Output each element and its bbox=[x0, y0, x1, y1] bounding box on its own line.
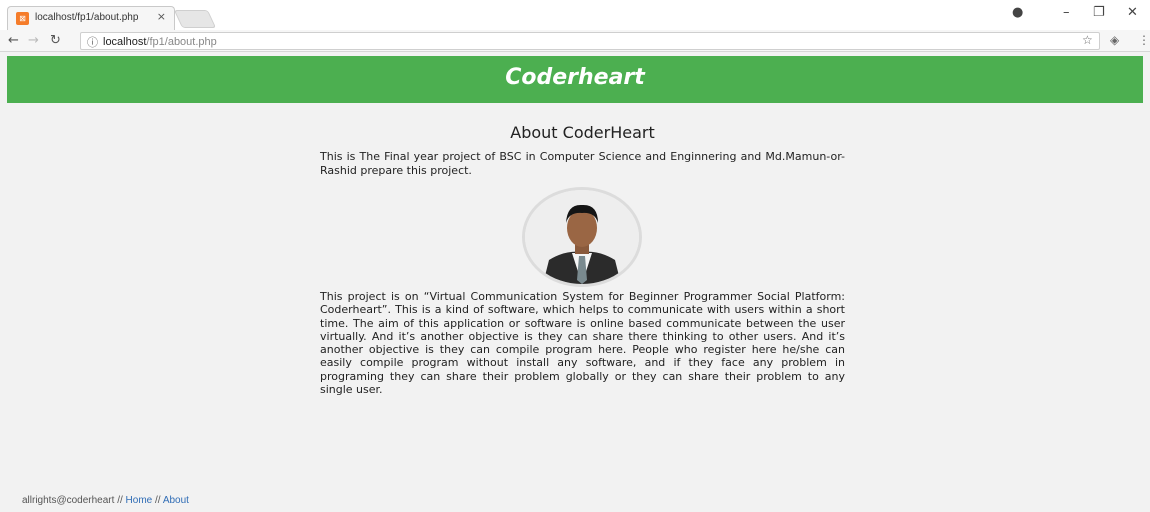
info-icon[interactable]: ⓘ bbox=[87, 34, 98, 50]
person-photo bbox=[525, 190, 639, 284]
close-icon[interactable]: ✕ bbox=[1127, 5, 1138, 20]
footer-about-link[interactable]: About bbox=[163, 495, 189, 506]
back-icon[interactable]: ← bbox=[8, 33, 19, 48]
new-tab-button[interactable] bbox=[173, 10, 217, 28]
profile-icon[interactable]: ● bbox=[1012, 5, 1023, 20]
minimize-icon[interactable]: – bbox=[1063, 5, 1070, 20]
browser-toolbar: ← → ↻ ⓘ localhost/fp1/about.php ☆ ◈ ⋮ bbox=[0, 30, 1150, 52]
star-icon[interactable]: ☆ bbox=[1082, 33, 1093, 47]
forward-icon[interactable]: → bbox=[28, 33, 39, 48]
page-title: About CoderHeart bbox=[510, 123, 655, 142]
avatar bbox=[522, 187, 642, 287]
browser-tab[interactable]: ⊠ localhost/fp1/about.php × bbox=[7, 6, 175, 30]
restore-icon[interactable]: ❐ bbox=[1093, 5, 1105, 20]
footer: allrights@coderheart // Home // About bbox=[22, 495, 189, 506]
menu-icon[interactable]: ⋮ bbox=[1138, 33, 1150, 47]
url-text: localhost/fp1/about.php bbox=[103, 36, 217, 48]
url-path: /fp1/about.php bbox=[146, 36, 217, 48]
footer-copyright: allrights@coderheart // bbox=[22, 495, 123, 506]
tab-title: localhost/fp1/about.php bbox=[35, 12, 139, 23]
intro-paragraph: This is The Final year project of BSC in… bbox=[320, 150, 845, 177]
footer-separator: // bbox=[155, 495, 161, 506]
extension-icon[interactable]: ◈ bbox=[1110, 33, 1119, 47]
site-brand: Coderheart bbox=[505, 65, 645, 90]
reload-icon[interactable]: ↻ bbox=[50, 33, 61, 48]
footer-home-link[interactable]: Home bbox=[126, 495, 153, 506]
address-bar[interactable]: ⓘ localhost/fp1/about.php bbox=[80, 32, 1100, 50]
tab-close-icon[interactable]: × bbox=[157, 10, 166, 23]
browser-titlebar: ⊠ localhost/fp1/about.php × ● – ❐ ✕ bbox=[0, 0, 1150, 30]
site-header: Coderheart bbox=[7, 56, 1143, 103]
description-paragraph: This project is on “Virtual Communicatio… bbox=[320, 290, 845, 397]
xampp-icon: ⊠ bbox=[16, 12, 29, 25]
url-host: localhost bbox=[103, 36, 147, 48]
